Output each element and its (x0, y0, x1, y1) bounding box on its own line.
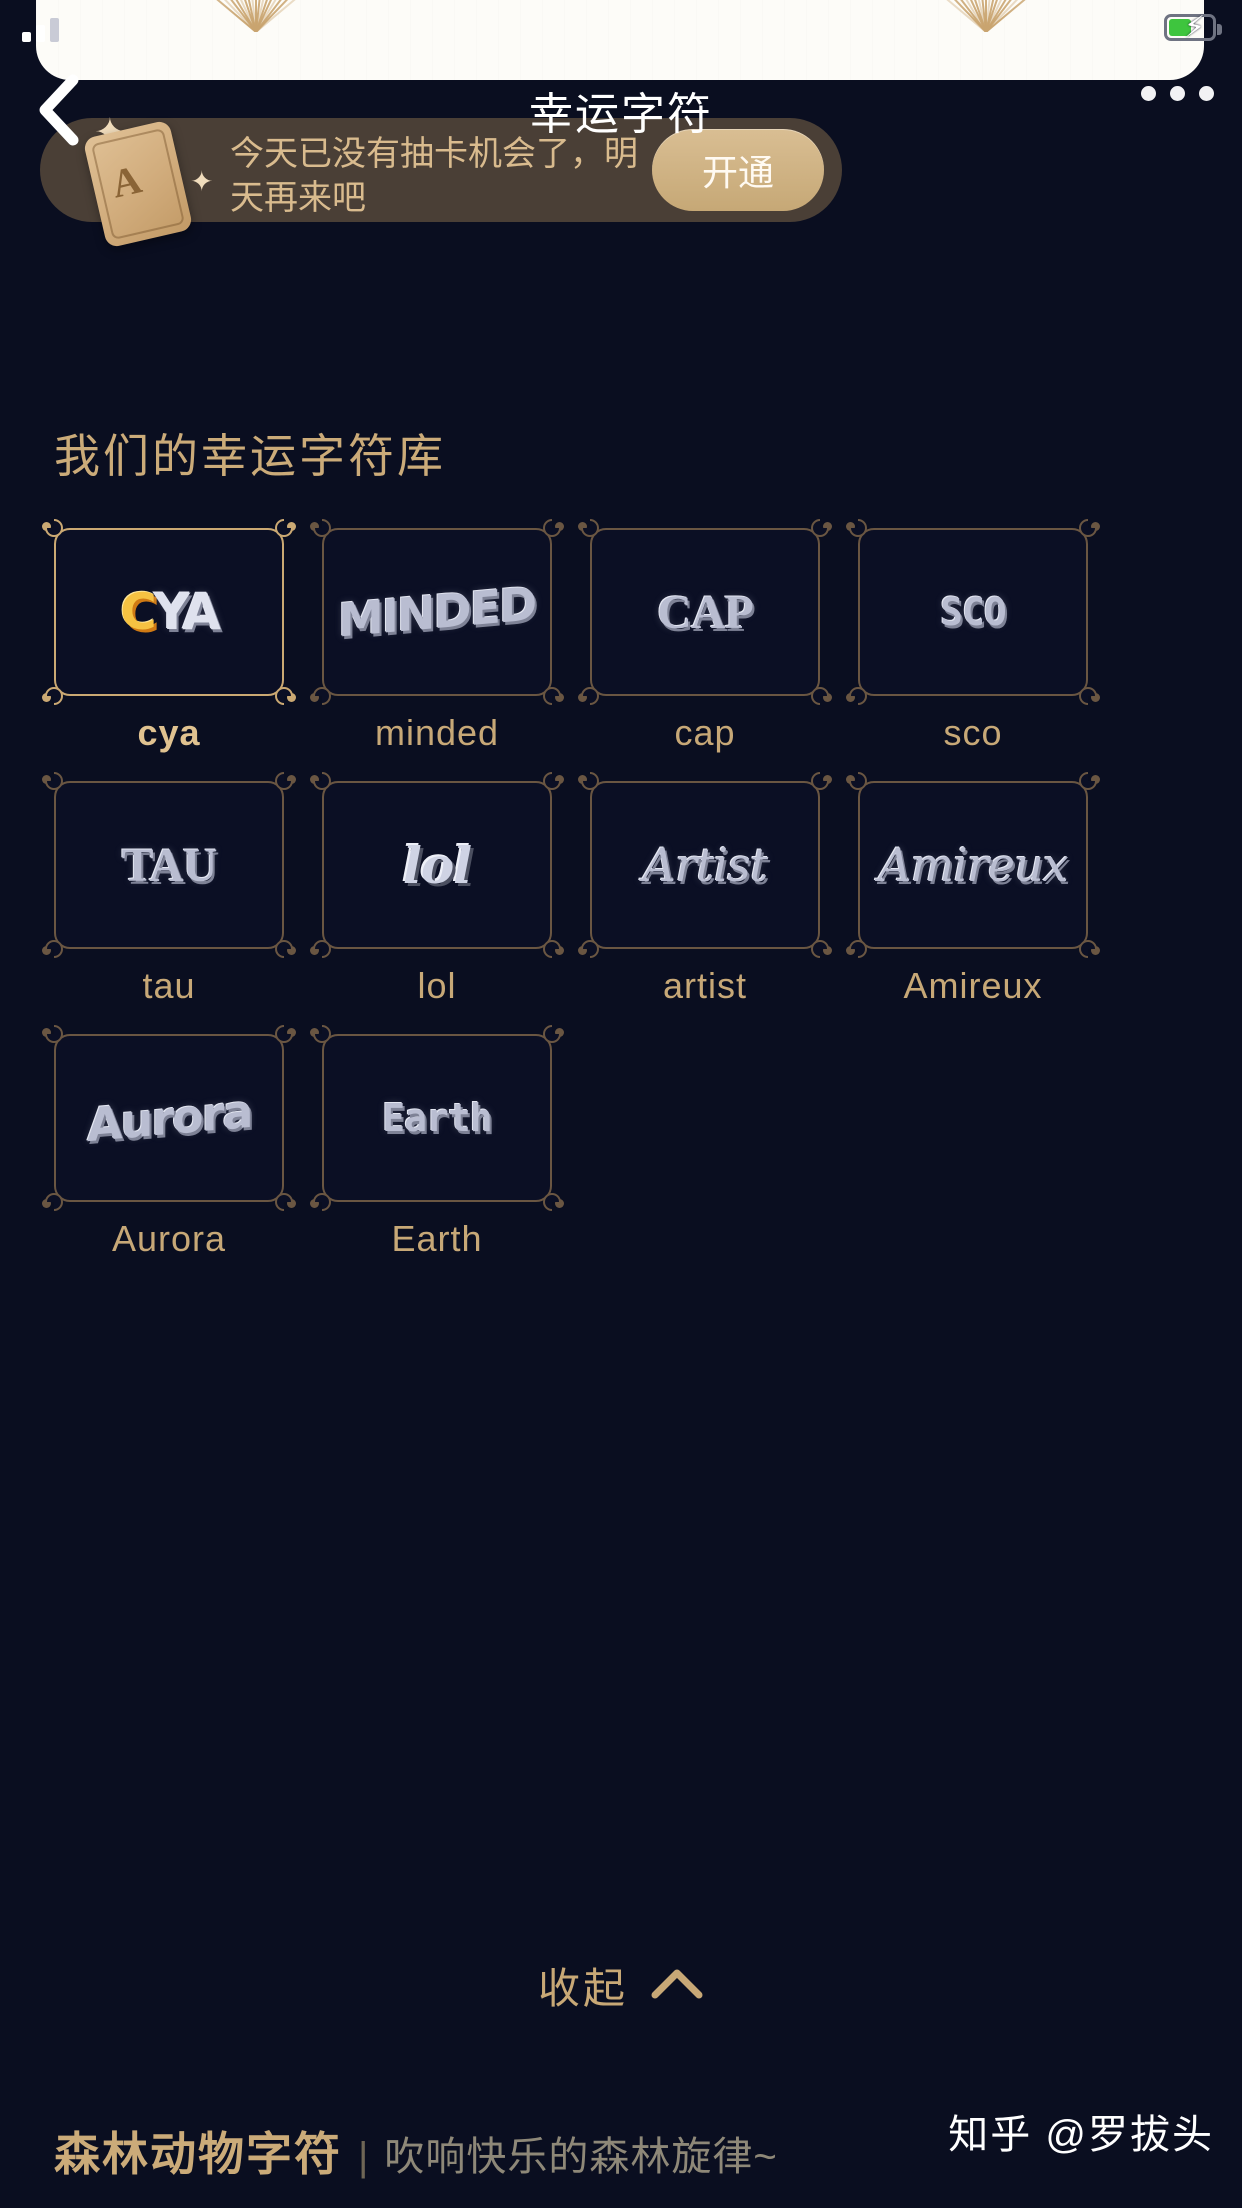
forest-section-subtitle: 吹响快乐的森林旋律~ (384, 2135, 778, 2179)
character-art-text: Earth (382, 1096, 492, 1140)
fan-ornament-right (870, 0, 1100, 32)
nav-bar: 幸运字符 (0, 62, 1242, 162)
character-card-cell[interactable]: SCO sco (846, 519, 1100, 754)
character-art-text: Amireux (878, 838, 1068, 892)
character-art-icon: CAP (592, 530, 818, 694)
chevron-up-icon (650, 1966, 704, 2005)
character-card-cell[interactable]: MINDED minded (310, 519, 564, 754)
character-card-cell[interactable]: Earth Earth (310, 1025, 564, 1260)
watermark: 知乎 @罗拔头 (948, 2113, 1214, 2157)
fan-ornament-left (140, 0, 370, 32)
more-dots-icon[interactable] (1141, 86, 1214, 101)
character-art-text: CYA (120, 583, 221, 641)
character-art-text: MINDED (338, 576, 536, 648)
character-card-cell[interactable]: CYA cya (42, 519, 296, 754)
character-card-cell[interactable]: TAU tau (42, 772, 296, 1007)
character-card[interactable]: Earth (310, 1025, 564, 1211)
character-card[interactable]: Aurora (42, 1025, 296, 1211)
character-art-text: SCO (940, 590, 1007, 634)
character-art-text: CAP (657, 585, 754, 639)
character-card[interactable]: CYA (42, 519, 296, 705)
character-card-label: tau (142, 965, 196, 1006)
character-art-icon: SCO (860, 530, 1086, 694)
character-card-label: Amireux (903, 965, 1043, 1006)
character-art-icon: Amireux (860, 783, 1086, 947)
character-art-icon: Aurora (56, 1036, 282, 1200)
sparkle-icon: ✦ (190, 166, 214, 197)
collapse-toggle[interactable]: 收起 (0, 1955, 1242, 2016)
character-card-cell[interactable]: CAP cap (578, 519, 832, 754)
character-card-label: artist (662, 965, 747, 1006)
character-card[interactable]: SCO (846, 519, 1100, 705)
character-card-label: Aurora (111, 1218, 227, 1259)
character-art-icon: Artist (592, 783, 818, 947)
page-title: 幸运字符 (529, 90, 713, 139)
character-card[interactable]: Artist (578, 772, 832, 958)
character-card-label: cya (137, 712, 201, 753)
character-art-icon: CYA (56, 530, 282, 694)
character-card-label: lol (417, 965, 457, 1006)
character-card-label: cap (674, 712, 736, 753)
character-art-text: lol (402, 835, 472, 895)
character-card-label: minded (374, 712, 500, 753)
character-card-label: sco (943, 712, 1003, 753)
character-card[interactable]: TAU (42, 772, 296, 958)
character-art-icon: Earth (324, 1036, 550, 1200)
character-art-icon: TAU (56, 783, 282, 947)
character-card[interactable]: CAP (578, 519, 832, 705)
character-card[interactable]: Amireux (846, 772, 1100, 958)
character-card-cell[interactable]: Aurora Aurora (42, 1025, 296, 1260)
character-art-text: Aurora (86, 1083, 252, 1153)
character-card-label: Earth (391, 1218, 483, 1259)
character-art-icon: MINDED (324, 530, 550, 694)
forest-section-title: 森林动物字符 (54, 2128, 342, 2180)
character-art-text: TAU (121, 838, 218, 892)
app-screen: ⚡ 幸运字符 ✦ ✦ ✦ A 今天已没有抽卡机会了，明天再来吧 开通 我们的幸运… (0, 0, 1242, 2208)
character-card[interactable]: lol (310, 772, 564, 958)
character-card-cell[interactable]: lol lol (310, 772, 564, 1007)
library-section-title: 我们的幸运字符库 (54, 430, 446, 482)
lucky-character-grid: CYA cya MINDED minded CAP cap SCO sco TAU tau lol l… (42, 519, 1188, 1287)
forest-section-header: 森林动物字符 | 吹响快乐的森林旋律~ (54, 2118, 778, 2184)
character-art-text: Artist (642, 838, 768, 892)
character-art-icon: lol (324, 783, 550, 947)
character-card-cell[interactable]: Artist artist (578, 772, 832, 1007)
header-divider: | (358, 2135, 369, 2179)
collapse-label: 收起 (537, 1965, 628, 2012)
character-card-cell[interactable]: Amireux Amireux (846, 772, 1100, 1007)
character-card[interactable]: MINDED (310, 519, 564, 705)
